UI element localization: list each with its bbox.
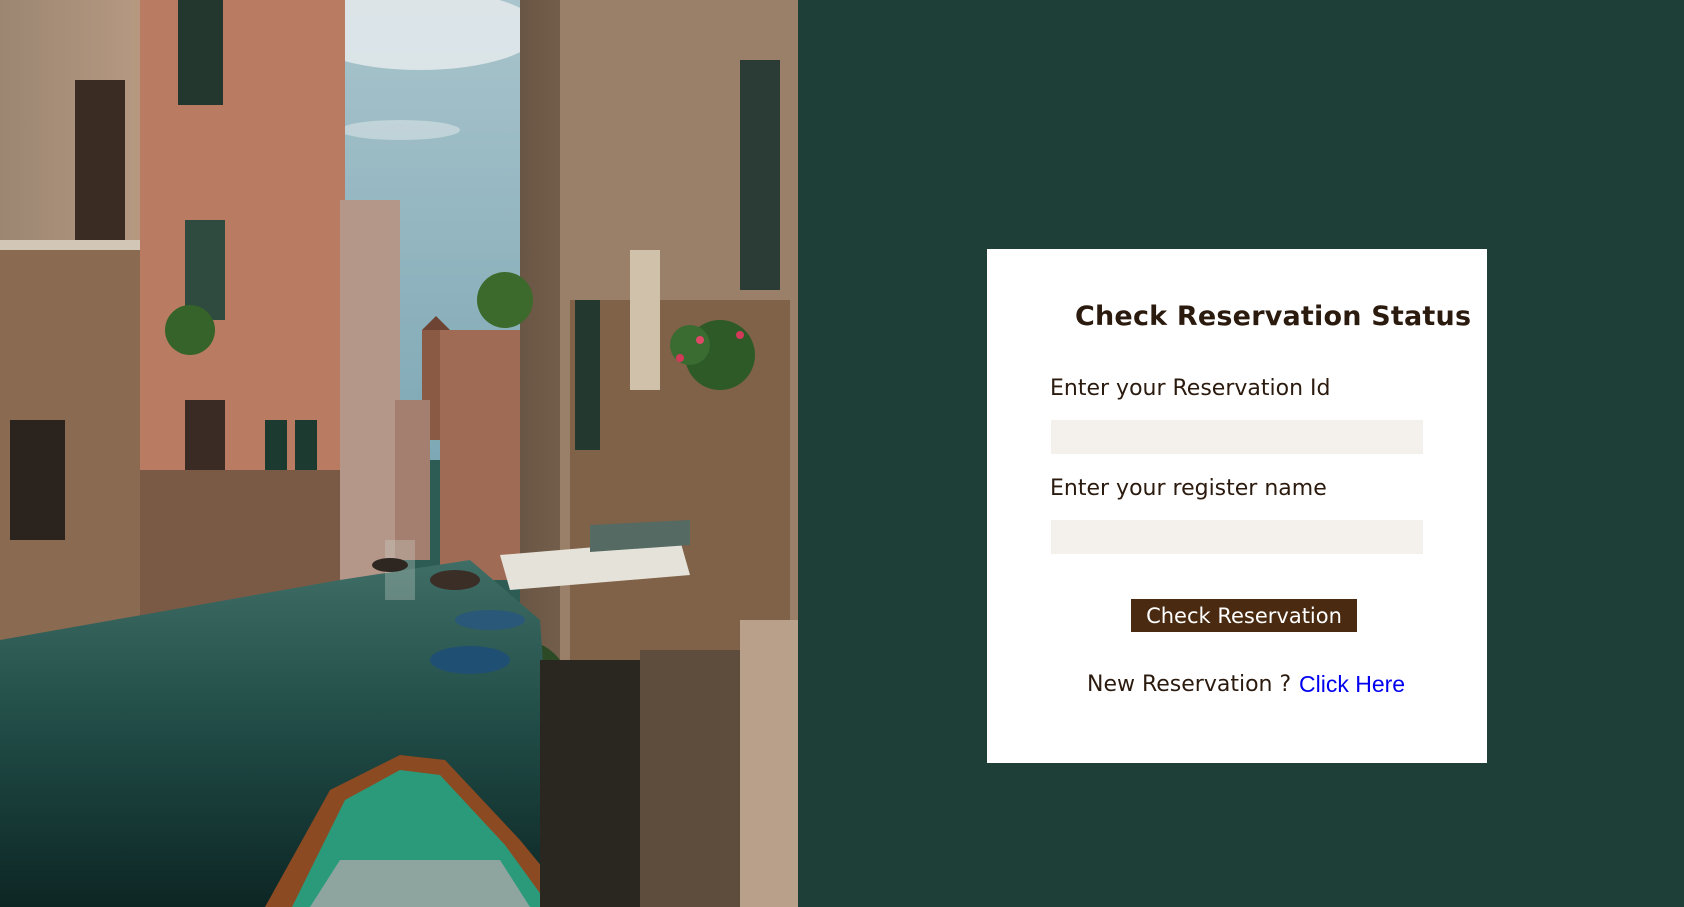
card-title: Check Reservation Status xyxy=(1075,301,1472,332)
check-reservation-button[interactable]: Check Reservation xyxy=(1131,599,1357,632)
reservation-status-card: Check Reservation Status Enter your Rese… xyxy=(987,249,1487,763)
reservation-id-input[interactable] xyxy=(1051,420,1423,454)
reservation-id-label: Enter your Reservation Id xyxy=(1050,376,1331,401)
page: Check Reservation Status Enter your Rese… xyxy=(0,0,1684,907)
register-name-input[interactable] xyxy=(1051,520,1423,554)
new-reservation-link[interactable]: Click Here xyxy=(1299,671,1405,698)
register-name-label: Enter your register name xyxy=(1050,476,1327,501)
venice-canal-photo xyxy=(0,0,798,907)
new-reservation-prompt: New Reservation ? xyxy=(1087,672,1292,697)
